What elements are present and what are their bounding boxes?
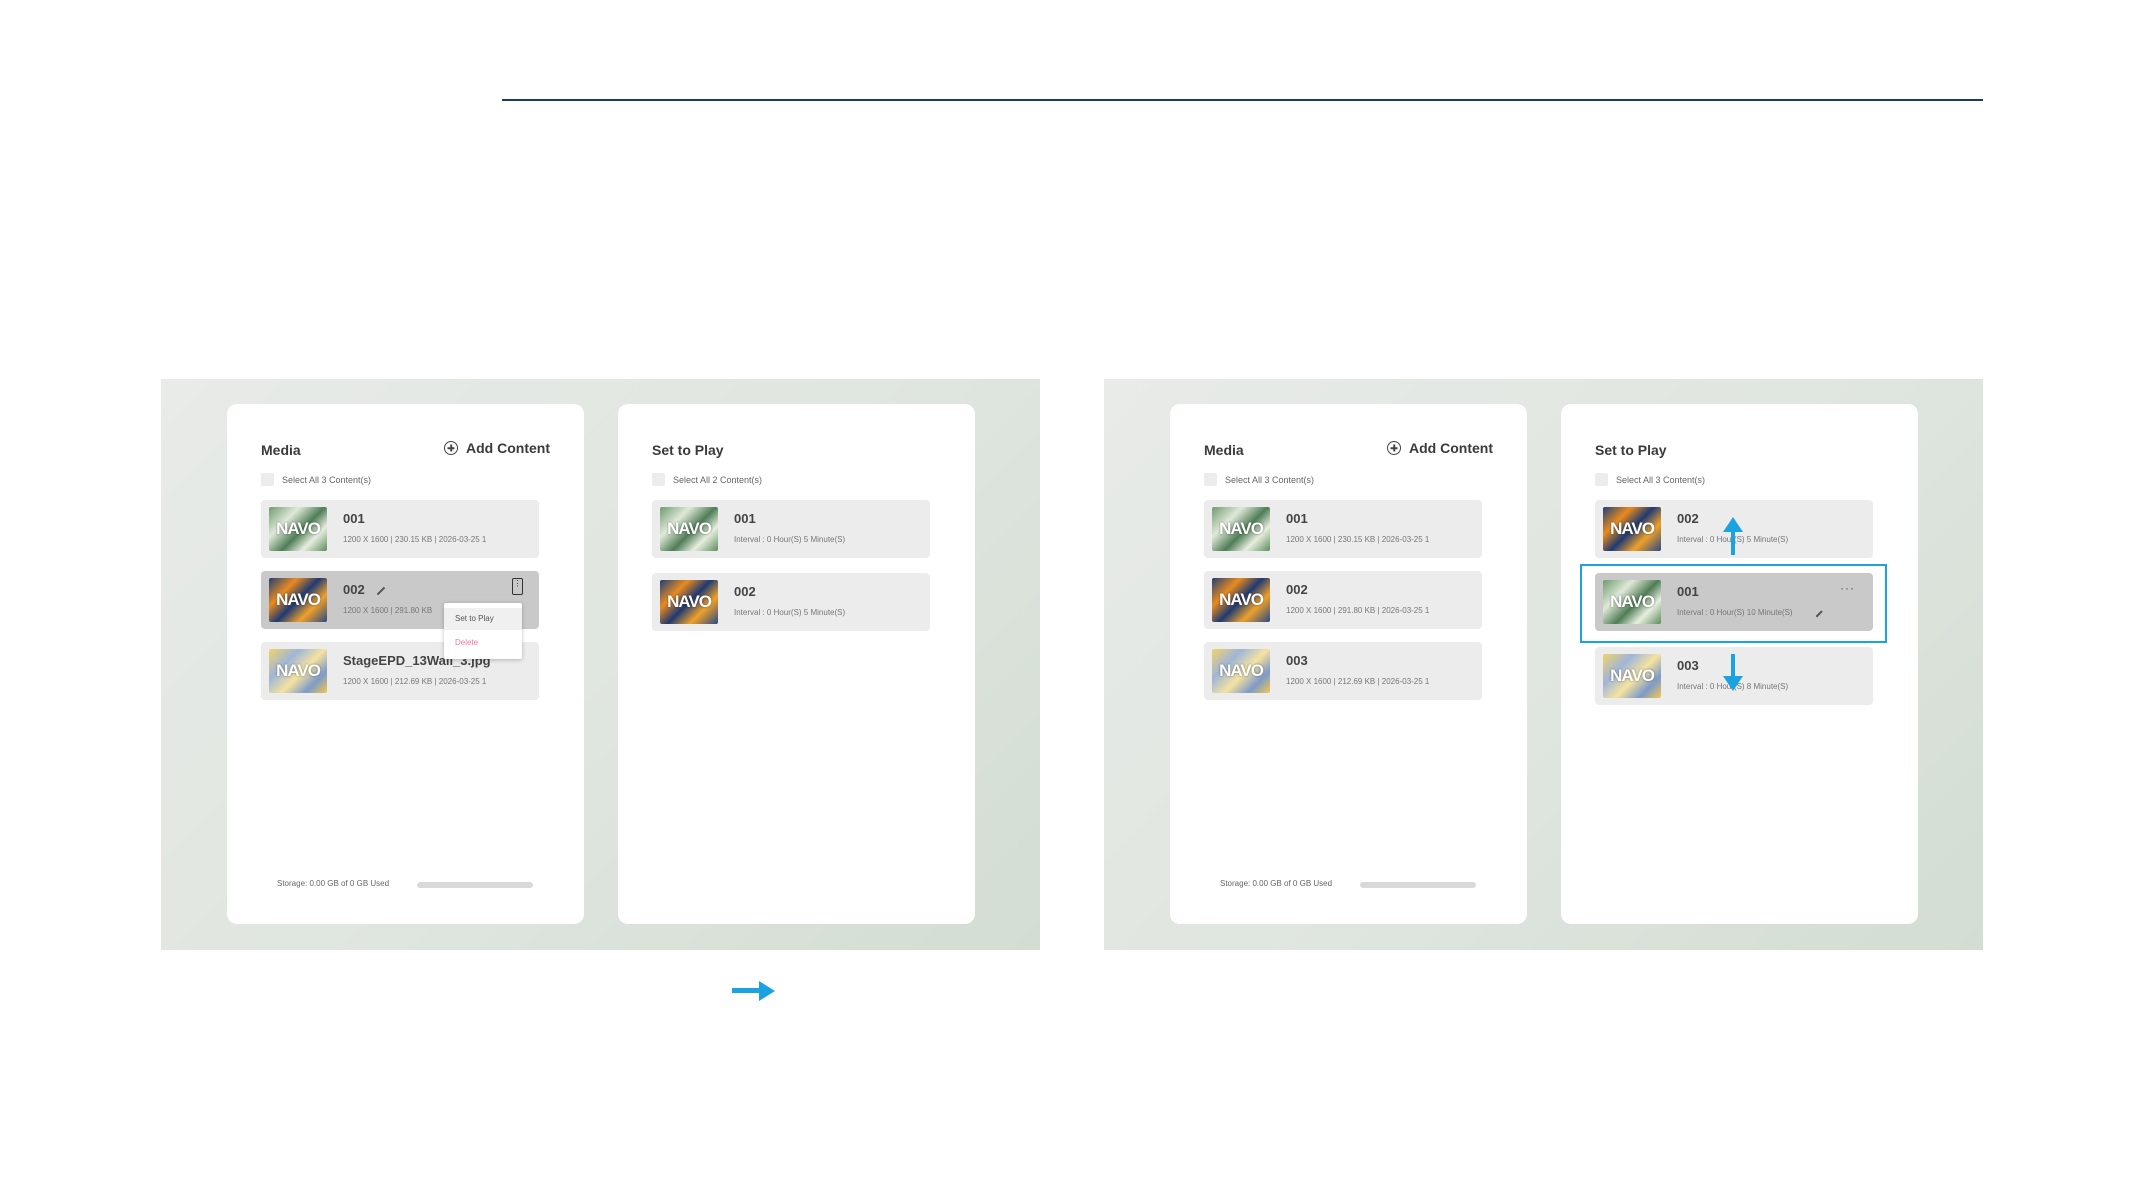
thumbnail-image: NAVO [1603, 654, 1661, 698]
navo-logo: NAVO [1610, 666, 1655, 685]
navo-logo: NAVO [1219, 590, 1264, 609]
navo-logo: NAVO [276, 519, 321, 538]
item-name: 002 [734, 584, 756, 599]
select-all-checkbox[interactable] [652, 473, 665, 486]
thumbnail-image: NAVO [1212, 649, 1270, 693]
thumbnail-image: NAVO [1212, 507, 1270, 551]
item-name: 002 [1677, 511, 1699, 526]
select-all-media[interactable]: Select All 3 Content(s) [1204, 473, 1314, 486]
thumbnail-image: NAVO [1603, 507, 1661, 551]
thumbnail-image: NAVO [269, 578, 327, 622]
right-screenshot-panel: Media Add Content Select All 3 Content(s… [1104, 379, 1983, 950]
left-screenshot-panel: Media Add Content Select All 3 Content(s… [161, 379, 1040, 1001]
drag-highlight-frame [1580, 564, 1887, 643]
media-title: Media [261, 442, 301, 458]
media-card: Media Add Content Select All 3 Content(s… [227, 404, 584, 924]
media-item[interactable]: NAVO 001 1200 X 1600 | 230.15 KB | 2026-… [1204, 500, 1482, 558]
select-all-play[interactable]: Select All 3 Content(s) [1595, 473, 1705, 486]
add-content-button[interactable]: Add Content [1387, 440, 1493, 456]
item-name: 002 [1286, 582, 1308, 597]
top-divider [502, 99, 1983, 101]
more-options-icon[interactable]: ⋮ [512, 578, 523, 595]
media-title: Media [1204, 442, 1244, 458]
set-to-play-title: Set to Play [1595, 442, 1667, 458]
navo-logo: NAVO [276, 661, 321, 680]
play-item[interactable]: NAVO 002 Interval : 0 Hour(S) 5 Minute(S… [652, 573, 930, 631]
storage-text: Storage: 0.00 GB of 0 GB Used [1220, 879, 1333, 888]
item-name: 003 [1677, 658, 1699, 673]
navo-logo: NAVO [1610, 519, 1655, 538]
item-interval: Interval : 0 Hour(S) 5 Minute(S) [734, 535, 846, 544]
thumbnail-image: NAVO [660, 580, 718, 624]
media-item[interactable]: NAVO 001 1200 X 1600 | 230.15 KB | 2026-… [261, 500, 539, 558]
arrow-right-icon [732, 981, 775, 1001]
media-item[interactable]: NAVO 003 1200 X 1600 | 212.69 KB | 2026-… [1204, 642, 1482, 700]
add-content-button[interactable]: Add Content [444, 440, 550, 456]
delete-menu-item[interactable]: Delete [444, 632, 522, 654]
select-all-checkbox[interactable] [261, 473, 274, 486]
navo-logo: NAVO [276, 590, 321, 609]
set-to-play-menu-item[interactable]: Set to Play [444, 608, 522, 630]
set-to-play-title: Set to Play [652, 442, 724, 458]
select-all-checkbox[interactable] [1204, 473, 1217, 486]
select-all-checkbox[interactable] [1595, 473, 1608, 486]
item-meta: 1200 X 1600 | 212.69 KB | 2026-03-25 1 [1286, 677, 1430, 686]
item-name: 003 [1286, 653, 1308, 668]
item-meta: 1200 X 1600 | 230.15 KB | 2026-03-25 1 [343, 535, 487, 544]
item-name: 001 [734, 511, 756, 526]
add-circle-icon [444, 441, 459, 455]
item-name: 001 [1286, 511, 1308, 526]
navo-logo: NAVO [1219, 519, 1264, 538]
item-name: 002 [343, 582, 365, 597]
thumbnail-image: NAVO [660, 507, 718, 551]
select-all-label: Select All 3 Content(s) [282, 474, 372, 485]
storage-bar [1360, 882, 1476, 888]
navo-logo: NAVO [1219, 661, 1264, 680]
arrow-up-icon [1723, 517, 1743, 557]
select-all-label: Select All 3 Content(s) [1225, 474, 1315, 485]
storage-text: Storage: 0.00 GB of 0 GB Used [277, 879, 390, 888]
navo-logo: NAVO [667, 592, 712, 611]
add-content-label: Add Content [466, 440, 550, 456]
thumbnail-image: NAVO [269, 507, 327, 551]
item-meta: 1200 X 1600 | 212.69 KB | 2026-03-25 1 [343, 677, 487, 686]
media-card: Media Add Content Select All 3 Content(s… [1170, 404, 1527, 924]
item-interval: Interval : 0 Hour(S) 5 Minute(S) [734, 608, 846, 617]
media-item[interactable]: NAVO 002 1200 X 1600 | 291.80 KB | 2026-… [1204, 571, 1482, 629]
select-all-label: Select All 2 Content(s) [673, 474, 763, 485]
thumbnail-image: NAVO [1212, 578, 1270, 622]
item-name: 001 [343, 511, 365, 526]
arrow-down-icon [1723, 654, 1743, 694]
storage-bar [417, 882, 533, 888]
thumbnail-image: NAVO [269, 649, 327, 693]
play-item[interactable]: NAVO 001 Interval : 0 Hour(S) 5 Minute(S… [652, 500, 930, 558]
item-meta: 1200 X 1600 | 230.15 KB | 2026-03-25 1 [1286, 535, 1430, 544]
context-menu: Set to Play Delete [444, 603, 522, 659]
select-all-play[interactable]: Select All 2 Content(s) [652, 473, 762, 486]
add-circle-icon [1387, 441, 1402, 455]
add-content-label: Add Content [1409, 440, 1493, 456]
item-meta: 1200 X 1600 | 291.80 KB | 2026-03-25 1 [1286, 606, 1430, 615]
navo-logo: NAVO [667, 519, 712, 538]
select-all-label: Select All 3 Content(s) [1616, 474, 1706, 485]
item-name-row: 002 [343, 582, 386, 597]
set-to-play-card: Set to Play Select All 2 Content(s) NAVO… [618, 404, 975, 924]
item-meta: 1200 X 1600 | 291.80 KB [343, 606, 433, 615]
edit-pencil-icon[interactable] [377, 586, 386, 595]
select-all-media[interactable]: Select All 3 Content(s) [261, 473, 371, 486]
